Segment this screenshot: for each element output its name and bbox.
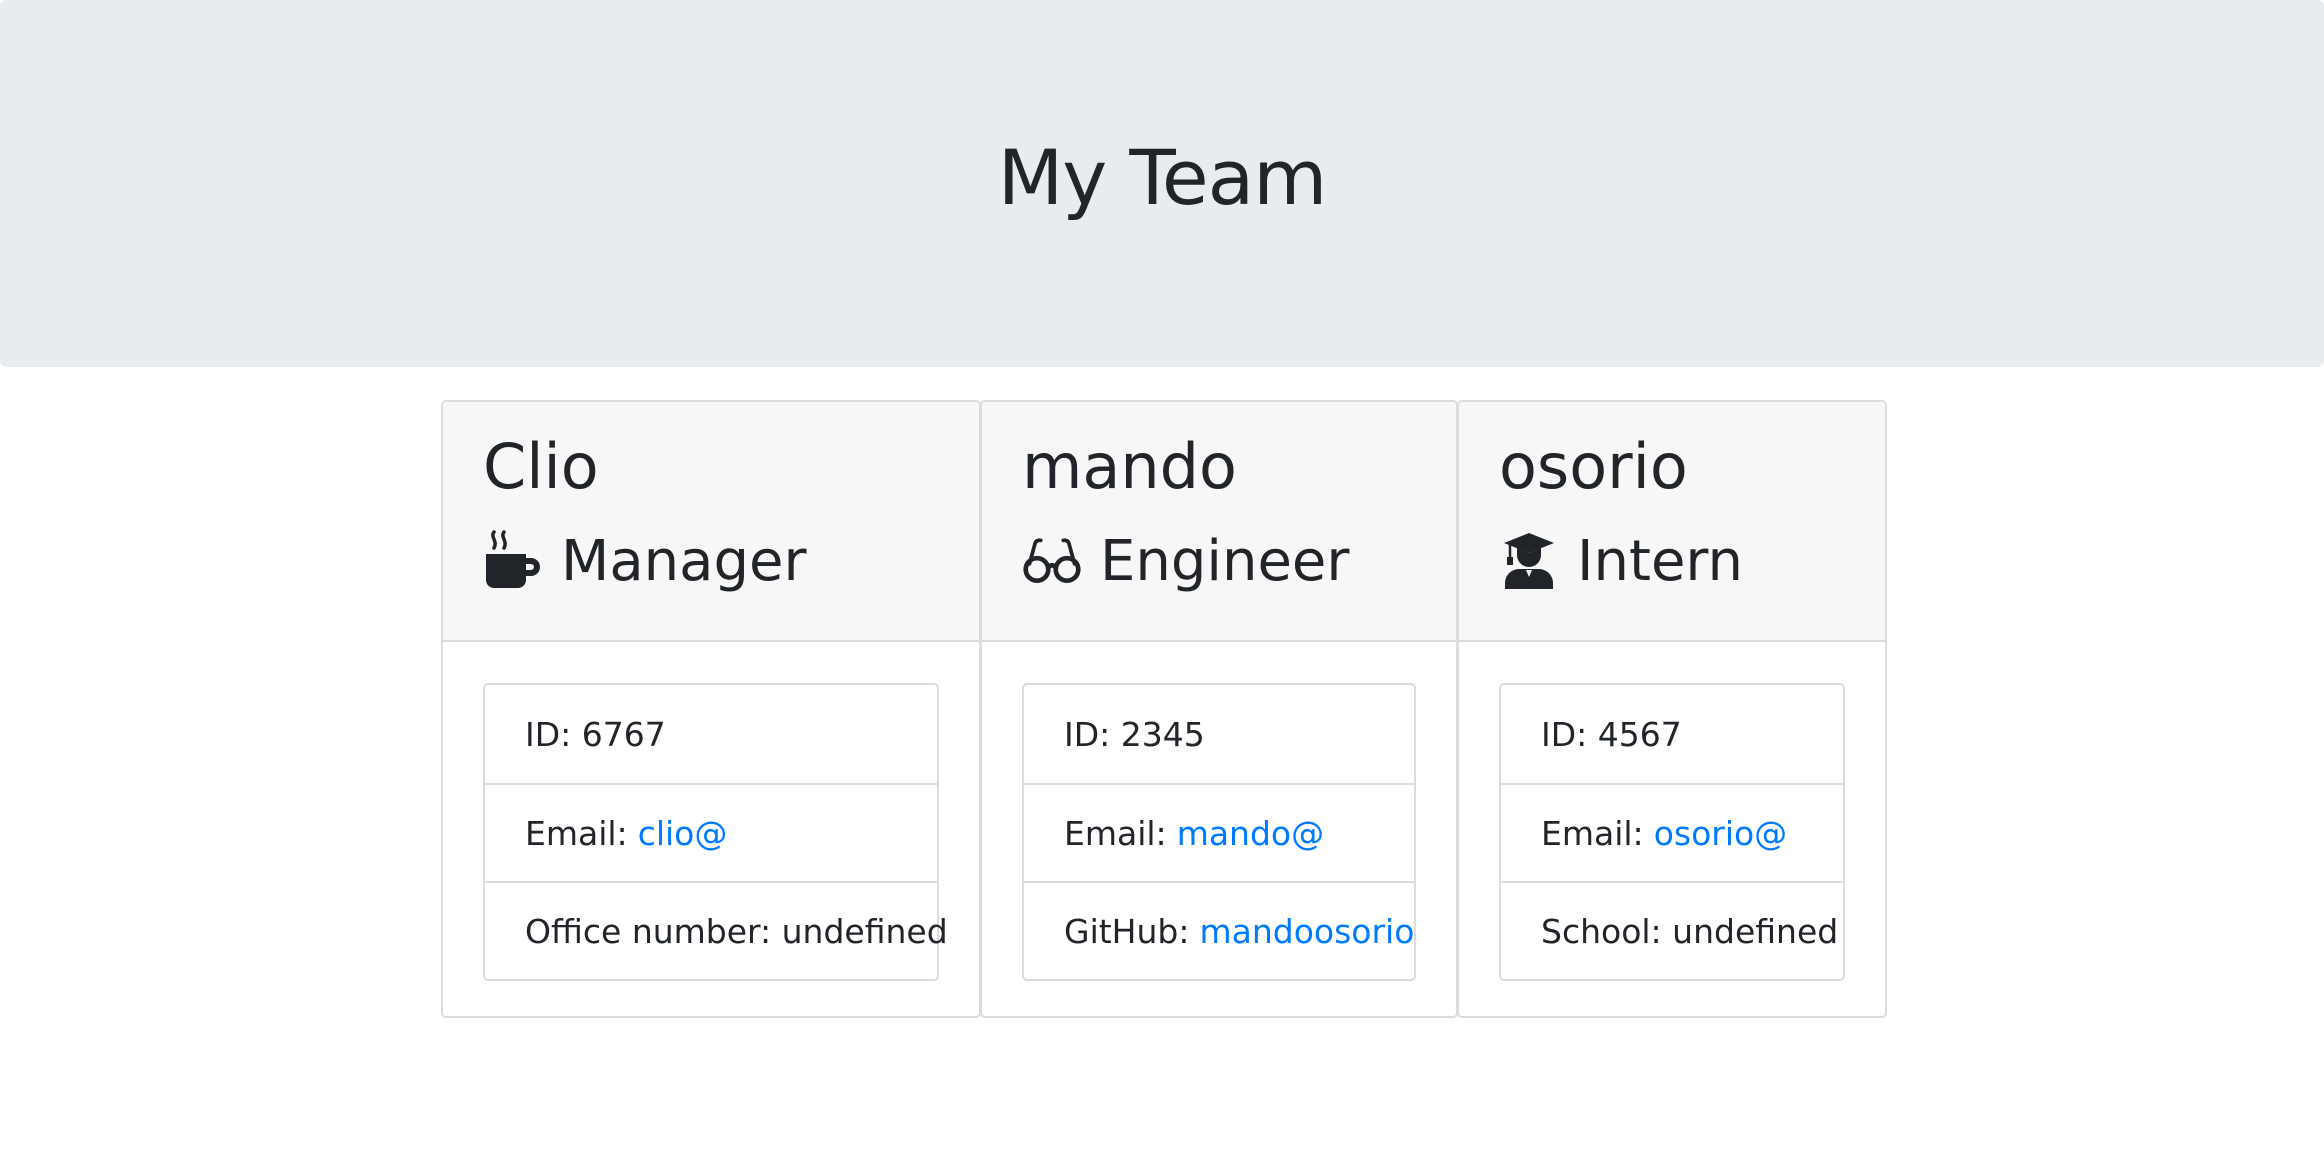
list-item-school: School: undefined <box>1501 881 1843 979</box>
list-item-email: Email: clio@ <box>485 783 937 881</box>
info-list: ID: 6767 Email: clio@ Office number: und… <box>483 683 948 981</box>
employee-role: Engineer <box>1022 526 1349 596</box>
role-label: Intern <box>1577 528 1743 594</box>
list-item-office: Office number: undefined <box>485 881 948 979</box>
graduate-icon <box>1499 531 1559 591</box>
list-item-email: Email: osorio@ <box>1501 783 1843 881</box>
info-list: ID: 2345 Email: mando@ GitHub: mandoosor… <box>1022 683 1416 981</box>
employee-name: mando <box>1022 430 1237 503</box>
list-item-email: Email: mando@ <box>1024 783 1414 881</box>
email-link[interactable]: osorio@ <box>1654 814 1788 853</box>
employee-role: Intern <box>1499 526 1743 596</box>
list-item-id: ID: 2345 <box>1064 714 1205 754</box>
employee-card-engineer: mando Engineer ID: 2345 Email: mando@ Gi… <box>980 400 1458 1018</box>
github-link[interactable]: mandoosorio <box>1199 912 1414 951</box>
list-item-id: ID: 4567 <box>1541 714 1682 754</box>
glasses-icon <box>1022 531 1082 591</box>
list-item-id: ID: 6767 <box>525 714 666 754</box>
list-item-github: GitHub: mandoosorio <box>1024 881 1414 979</box>
mug-icon <box>483 530 543 591</box>
info-list: ID: 4567 Email: osorio@ School: undefine… <box>1499 683 1845 981</box>
page-header: My Team <box>0 0 2324 367</box>
email-link[interactable]: clio@ <box>638 814 728 853</box>
role-label: Engineer <box>1100 528 1350 594</box>
card-header: osorio Intern <box>1459 402 1885 642</box>
employee-role: Manager <box>483 526 806 596</box>
role-label: Manager <box>561 528 807 594</box>
employee-card-intern: osorio Intern ID: 4567 Email: osorio@ Sc… <box>1457 400 1887 1018</box>
employee-name: Clio <box>483 430 599 503</box>
page-title: My Team <box>997 133 1328 222</box>
card-header: mando Engineer <box>982 402 1456 642</box>
card-header: Clio Manager <box>443 402 979 642</box>
employee-card-manager: Clio Manager ID: 6767 Email: clio@ Offic… <box>441 400 981 1018</box>
employee-name: osorio <box>1499 430 1688 503</box>
email-link[interactable]: mando@ <box>1177 814 1324 853</box>
